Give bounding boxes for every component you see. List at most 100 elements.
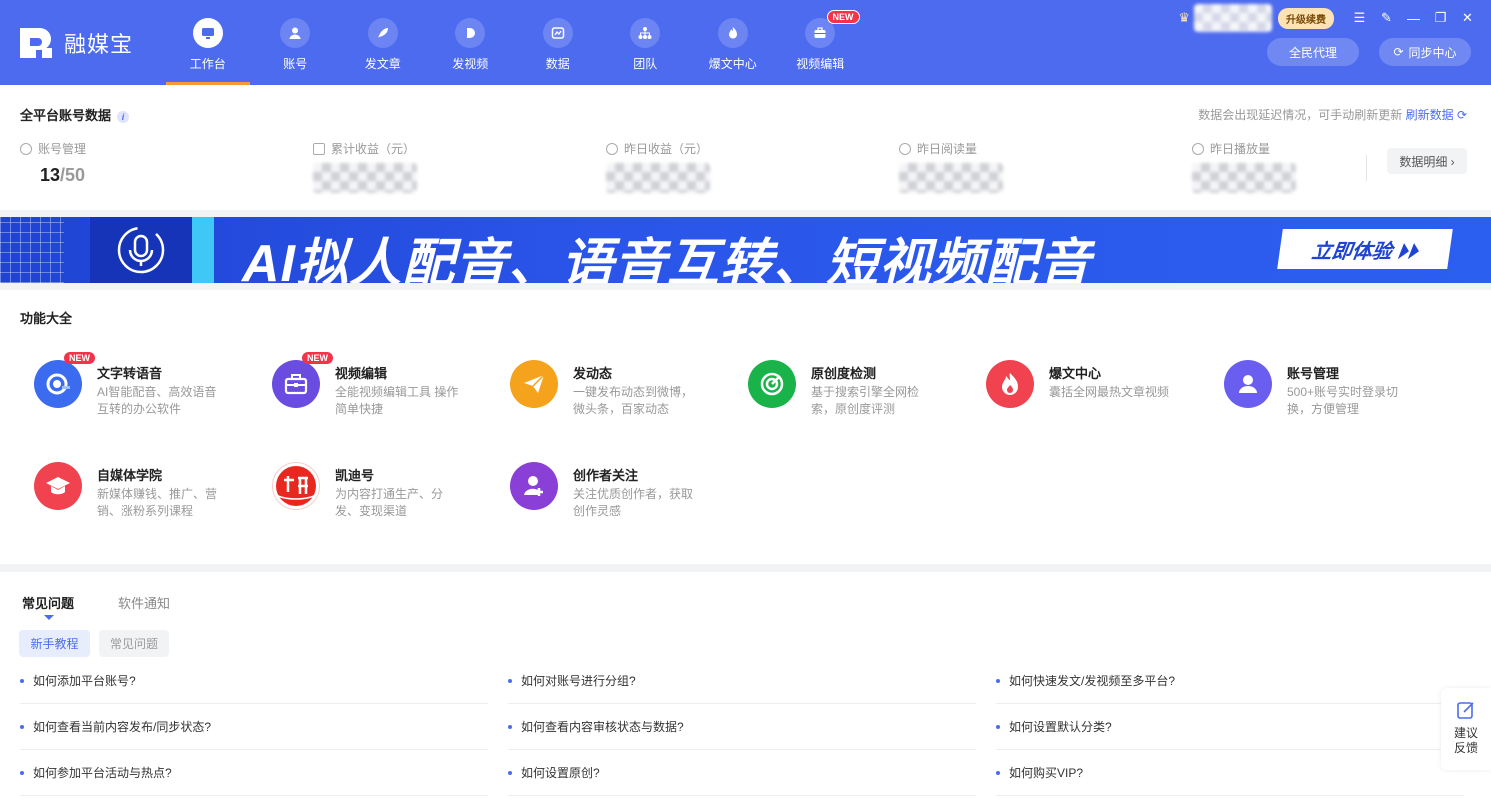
account-data-card: 全平台账号数据 i 数据会出现延迟情况，可手动刷新更新 刷新数据 ⟳ 账号管理 1… <box>0 85 1491 210</box>
feature-post-moments[interactable]: 发动态 一键发布动态到微博，微头条，百家动态 <box>496 352 706 422</box>
faq-item[interactable]: 如何快速发文/发视频至多平台? <box>996 658 1464 704</box>
feature-desc: 一键发布动态到微博，微头条，百家动态 <box>573 385 694 416</box>
restore-icon[interactable]: ❐ <box>1427 8 1454 28</box>
feather-icon <box>367 18 398 48</box>
faq-item[interactable]: 如何添加平台账号? <box>20 658 488 704</box>
data-detail-button[interactable]: 数据明细 › <box>1387 148 1467 174</box>
stat-label: 累计收益（元） <box>313 140 417 157</box>
divider <box>1366 155 1367 181</box>
sync-icon: ⟳ <box>1393 45 1404 59</box>
new-badge: NEW <box>302 352 333 364</box>
nav-account[interactable]: 账号 <box>252 0 340 85</box>
feature-account-management[interactable]: 账号管理 500+账号实时登录切换，方便管理 <box>1210 352 1420 422</box>
new-badge: NEW <box>826 10 860 24</box>
nav-label: 爆文中心 <box>708 57 757 71</box>
edit-icon <box>1457 702 1474 719</box>
nav-label: 数据 <box>545 57 570 71</box>
feature-media-academy[interactable]: 自媒体学院 新媒体赚钱、推广、营销、涨粉系列课程 <box>20 454 230 524</box>
nav-post-video[interactable]: 发视频 <box>427 0 515 85</box>
feature-video-edit[interactable]: NEW 视频编辑 全能视频编辑工具 操作简单快捷 <box>258 352 468 422</box>
menu-icon[interactable]: ☰ <box>1346 8 1373 28</box>
nav-label: 工作台 <box>189 57 226 71</box>
nav-video-edit[interactable]: NEW 视频编辑 <box>777 0 865 85</box>
avatar[interactable] <box>1194 4 1272 32</box>
stat-label-text: 账号管理 <box>38 142 87 156</box>
feature-originality-check[interactable]: 原创度检测 基于搜索引擎全网检索，原创度评测 <box>734 352 944 422</box>
faq-item[interactable]: 如何查看当前内容发布/同步状态? <box>20 704 488 750</box>
faq-item[interactable]: 如何查看内容审核状态与数据? <box>508 704 976 750</box>
feature-title: 原创度检测 <box>811 366 877 381</box>
stat-label: 昨日播放量 <box>1192 140 1296 157</box>
chip-common-questions[interactable]: 常见问题 <box>99 630 169 657</box>
stat-yesterday-plays: 昨日播放量 <box>1192 140 1296 193</box>
upgrade-button[interactable]: 升级续费 <box>1278 7 1334 29</box>
nav-label: 账号 <box>283 57 308 71</box>
stat-total-income: 累计收益（元） <box>313 140 417 193</box>
agent-button[interactable]: 全民代理 <box>1267 38 1359 66</box>
section-title: 全平台账号数据 i <box>20 105 130 124</box>
nav-label: 发视频 <box>452 57 489 71</box>
minimize-icon[interactable]: — <box>1400 8 1427 28</box>
close-icon[interactable]: ✕ <box>1454 8 1481 28</box>
feature-text-to-speech[interactable]: NEW 文字转语音 AI智能配音、高效语音互转的办公软件 <box>20 352 230 422</box>
nav-workbench[interactable]: 工作台 <box>164 0 252 85</box>
edit-icon[interactable]: ✎ <box>1373 8 1400 28</box>
feature-desc: 囊括全网最热文章视频 <box>1049 385 1170 399</box>
main-nav: 工作台 账号 发文章 发视频 数据 团队 爆文中心 NEW 视频编辑 <box>164 0 864 85</box>
promo-banner[interactable]: AI拟人配音、语音互转、短视频配音 立即体验 ⏵⏵ <box>0 217 1491 283</box>
faq-item[interactable]: 如何购买VIP? <box>996 750 1464 796</box>
window-toolbar: ♛ 升级续费 ☰ ✎ — ❐ ✕ <box>1178 4 1481 32</box>
nav-team[interactable]: 团队 <box>602 0 690 85</box>
feature-desc: 为内容打通生产、分发、变现渠道 <box>335 487 444 518</box>
sync-label: 同步中心 <box>1408 45 1457 60</box>
refresh-data-link[interactable]: 刷新数据 <box>1406 108 1454 122</box>
banner-headline: AI拟人配音、语音互转、短视频配音 <box>242 235 1092 283</box>
feedback-label: 建议反馈 <box>1453 726 1478 755</box>
stat-label-text: 昨日收益（元） <box>624 142 709 156</box>
eye-icon <box>899 142 911 155</box>
stat-value: 13/50 <box>40 165 86 186</box>
refresh-note-text: 数据会出现延迟情况，可手动刷新更新 <box>1198 108 1403 122</box>
feature-creator-follow[interactable]: 创作者关注 关注优质创作者，获取创作灵感 <box>496 454 706 524</box>
feature-desc: 全能视频编辑工具 操作简单快捷 <box>335 385 459 416</box>
faq-item[interactable]: 如何对账号进行分组? <box>508 658 976 704</box>
flame-icon <box>986 360 1034 408</box>
nav-post-article[interactable]: 发文章 <box>339 0 427 85</box>
feature-desc: 基于搜索引擎全网检索，原创度评测 <box>811 385 920 416</box>
stat-yesterday-income: 昨日收益（元） <box>606 140 710 193</box>
faq-item[interactable]: 如何设置默认分类? <box>996 704 1464 750</box>
feature-desc: AI智能配音、高效语音互转的办公软件 <box>97 385 217 416</box>
feature-desc: 500+账号实时登录切换，方便管理 <box>1287 385 1399 416</box>
tab-software-notice[interactable]: 软件通知 <box>118 593 170 612</box>
feature-title: 视频编辑 <box>335 366 388 381</box>
blurred-value <box>899 163 1003 193</box>
faq-item[interactable]: 如何设置原创? <box>508 750 976 796</box>
features-card: 功能大全 NEW 文字转语音 AI智能配音、高效语音互转的办公软件 NEW 视频… <box>0 290 1491 564</box>
feedback-button[interactable]: 建议反馈 <box>1441 688 1491 770</box>
tab-faq[interactable]: 常见问题 <box>22 593 74 612</box>
voice-icon <box>34 360 82 408</box>
radar-icon <box>748 360 796 408</box>
feature-title: 爆文中心 <box>1049 366 1102 381</box>
chip-beginner-tutorial[interactable]: 新手教程 <box>19 630 90 657</box>
sync-center-button[interactable]: ⟳ 同步中心 <box>1379 38 1471 66</box>
microphone-icon <box>90 217 192 283</box>
feature-kaidi[interactable]: 凯迪号 为内容打通生产、分发、变现渠道 <box>258 454 468 524</box>
info-icon[interactable]: i <box>117 110 130 123</box>
refresh-note: 数据会出现延迟情况，可手动刷新更新 刷新数据 ⟳ <box>1198 106 1467 123</box>
refresh-icon[interactable]: ⟳ <box>1457 108 1467 122</box>
nav-hot-articles[interactable]: 爆文中心 <box>689 0 777 85</box>
user-add-icon <box>510 462 558 510</box>
team-icon <box>630 18 661 48</box>
banner-decor <box>0 217 64 283</box>
nav-data[interactable]: 数据 <box>514 0 602 85</box>
stat-account-management[interactable]: 账号管理 13/50 <box>20 140 86 186</box>
user-icon <box>280 18 311 48</box>
try-now-button[interactable]: 立即体验 ⏵⏵ <box>1277 229 1453 269</box>
app-name: 融媒宝 <box>64 32 134 57</box>
play-circle-icon <box>1192 142 1204 155</box>
feature-hot-articles[interactable]: 爆文中心 囊括全网最热文章视频 <box>972 352 1182 422</box>
nav-label: 团队 <box>633 57 658 71</box>
faq-item[interactable]: 如何参加平台活动与热点? <box>20 750 488 796</box>
kaidi-logo-icon <box>272 462 320 510</box>
